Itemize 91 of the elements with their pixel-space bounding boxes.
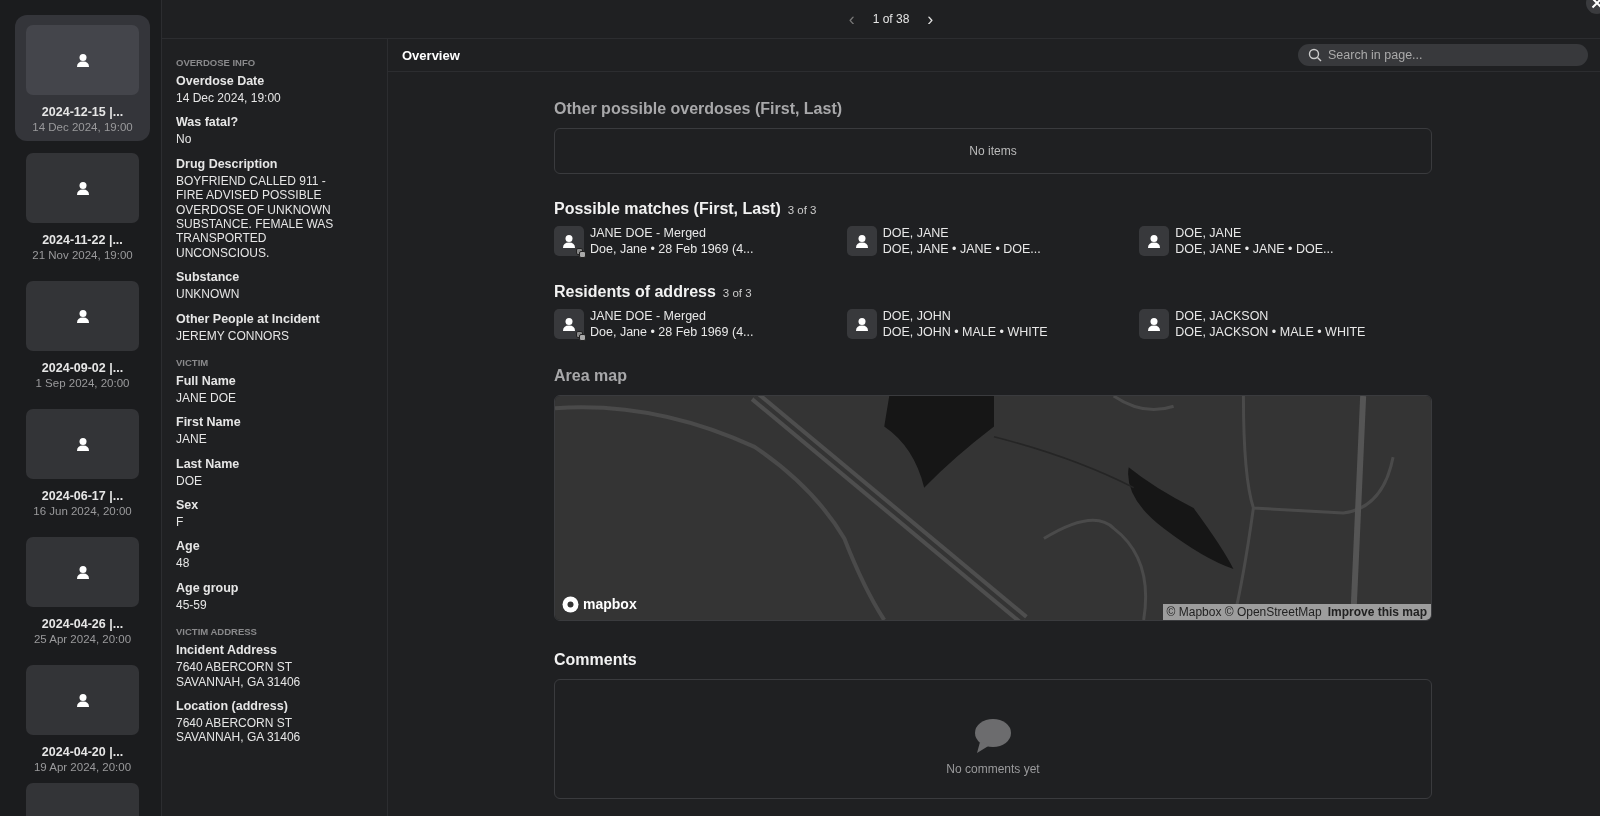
overdose-card[interactable]: 2024-04-20 |... 19 Apr 2024, 20:00 [15, 655, 150, 781]
overdose-card[interactable]: 2024-09-02 |... 1 Sep 2024, 20:00 [15, 271, 150, 397]
page-counter: 1 of 38 [872, 12, 910, 26]
section-heading: Possible matches (First, Last) [554, 200, 781, 218]
field-value: JANE DOE [176, 390, 237, 406]
person-name: JANE DOE - Merged [590, 226, 707, 242]
count-label: 3 of 3 [722, 287, 752, 300]
person-icon [76, 53, 89, 67]
field-value: BOYFRIEND CALLED 911 - FIRE ADVISED POSSIBLE OVERDOSE OF UNKNOWN SUBSTANCE. FEMALE WAS TRANSPORTED UNCONSCIOUS. [176, 173, 335, 261]
overdose-card[interactable]: 2024-12-15 |... 14 Dec 2024, 19:00 [15, 15, 150, 141]
next-button[interactable]: › [927, 8, 934, 30]
person-icon [76, 693, 89, 707]
field-value: JANE [176, 432, 208, 447]
section-heading: VICTIM [176, 356, 210, 368]
person-name: JANE DOE - Merged [590, 309, 707, 325]
mapbox-logo: mapbox [562, 595, 637, 613]
card-title: 2024-11-22 |... [42, 233, 123, 247]
person-icon [76, 309, 89, 323]
field-value: UNKNOWN [176, 287, 241, 302]
field-label: Overdose Date [176, 74, 266, 88]
section-heading: Other possible overdoses (First, Last) [554, 100, 844, 118]
person-detail: Doe, Jane • 28 Feb 1969 (4... [590, 324, 754, 341]
section-heading: Residents of address [554, 283, 716, 302]
person-detail: DOE, JACKSON • MALE • WHITE [1175, 324, 1366, 341]
field-label: Last Name [176, 456, 241, 471]
person-detail: DOE, JOHN • MALE • WHITE [882, 324, 1048, 341]
person-item[interactable]: JANE DOE - Merged Doe, Jane • 28 Feb 1969 (4... [554, 309, 847, 341]
person-name: DOE, JACKSON [1175, 309, 1270, 325]
section-heading: Comments [554, 650, 638, 669]
card-title: 2024-04-20 |... [41, 745, 124, 759]
overdose-card[interactable]: 2024-04-26 |... 25 Apr 2024, 20:00 [15, 527, 150, 653]
card-date: 16 Jun 2024, 20:00 [33, 505, 132, 517]
field-value: 14 Dec 2024, 19:00 [176, 91, 282, 106]
person-detail: Doe, Jane • 28 Feb 1969 (4... [590, 241, 754, 258]
person-name: DOE, JANE [1175, 226, 1243, 242]
field-value: No [176, 132, 193, 147]
card-date: 1 Sep 2024, 20:00 [35, 377, 130, 389]
improve-map-link[interactable]: Improve this map [1327, 604, 1427, 619]
field-value: 7640 ABERCORN ST SAVANNAH, GA 31406 [176, 716, 302, 745]
card-date: 25 Apr 2024, 20:00 [33, 633, 132, 645]
field-value: 48 [176, 556, 191, 571]
person-item[interactable]: JANE DOE - Merged Doe, Jane • 28 Feb 1969 (4... [554, 226, 847, 258]
person-icon [76, 181, 89, 195]
person-item[interactable]: DOE, JANE DOE, JANE • JANE • DOE... [1139, 226, 1432, 258]
speech-bubble-icon [974, 717, 1012, 754]
empty-message: No comments yet [946, 761, 1040, 776]
field-label: Sex [176, 498, 200, 513]
attribution-text: © Mapbox © OpenStreetMap [1166, 604, 1322, 619]
section-heading: VICTIM ADDRESS [176, 626, 258, 638]
person-icon [76, 565, 89, 579]
field-label: Location (address) [176, 699, 289, 714]
field-label: Other People at Incident [176, 311, 321, 326]
empty-message: No items [969, 144, 1017, 158]
person-detail: DOE, JANE • JANE • DOE... [882, 241, 1041, 258]
person-icon [76, 437, 89, 451]
card-date: 19 Apr 2024, 20:00 [33, 761, 132, 773]
previous-button[interactable]: ‹ [848, 8, 855, 30]
person-item[interactable]: DOE, JOHN DOE, JOHN • MALE • WHITE [846, 309, 1140, 341]
card-date: 14 Dec 2024, 19:00 [32, 121, 133, 133]
field-value: 7640 ABERCORN ST SAVANNAH, GA 31406 [176, 660, 302, 690]
person-item[interactable]: DOE, JANE DOE, JANE • JANE • DOE... [846, 226, 1140, 258]
section-heading: Area map [554, 366, 628, 385]
card-title: 2024-12-15 |... [41, 105, 124, 119]
field-label: First Name [176, 415, 242, 430]
card-title: 2024-04-26 |... [41, 617, 124, 631]
overdose-card[interactable]: 2024-11-22 |... 21 Nov 2024, 19:00 [15, 143, 150, 269]
field-label: Was fatal? [176, 115, 240, 130]
card-title: 2024-06-17 |... [41, 489, 124, 503]
field-label: Drug Description [176, 156, 279, 171]
field-value: DOE [176, 473, 203, 489]
search-field[interactable]: Search in page... [1298, 44, 1588, 66]
field-value: F [176, 515, 185, 530]
person-detail: DOE, JANE • JANE • DOE... [1175, 241, 1334, 258]
thumbnail[interactable] [26, 783, 139, 816]
card-title: 2024-09-02 |... [41, 361, 124, 375]
person-name: DOE, JOHN [882, 309, 952, 325]
overview-tab[interactable]: Overview [402, 47, 460, 63]
section-heading: OVERDOSE INFO [176, 57, 257, 68]
person-name: DOE, JANE [882, 226, 950, 242]
search-icon [1308, 48, 1322, 62]
card-date: 21 Nov 2024, 19:00 [32, 249, 133, 261]
field-value: JEREMY CONNORS [176, 328, 291, 343]
person-item[interactable]: DOE, JACKSON DOE, JACKSON • MALE • WHITE [1139, 309, 1432, 341]
field-label: Age group [176, 580, 240, 595]
count-label: 3 of 3 [787, 204, 817, 216]
field-label: Age [176, 539, 201, 554]
field-label: Full Name [176, 373, 237, 388]
overdose-card[interactable]: 2024-06-17 |... 16 Jun 2024, 20:00 [15, 399, 150, 525]
field-label: Substance [176, 270, 241, 285]
field-value: 45-59 [176, 597, 208, 613]
field-label: Incident Address [176, 643, 278, 658]
